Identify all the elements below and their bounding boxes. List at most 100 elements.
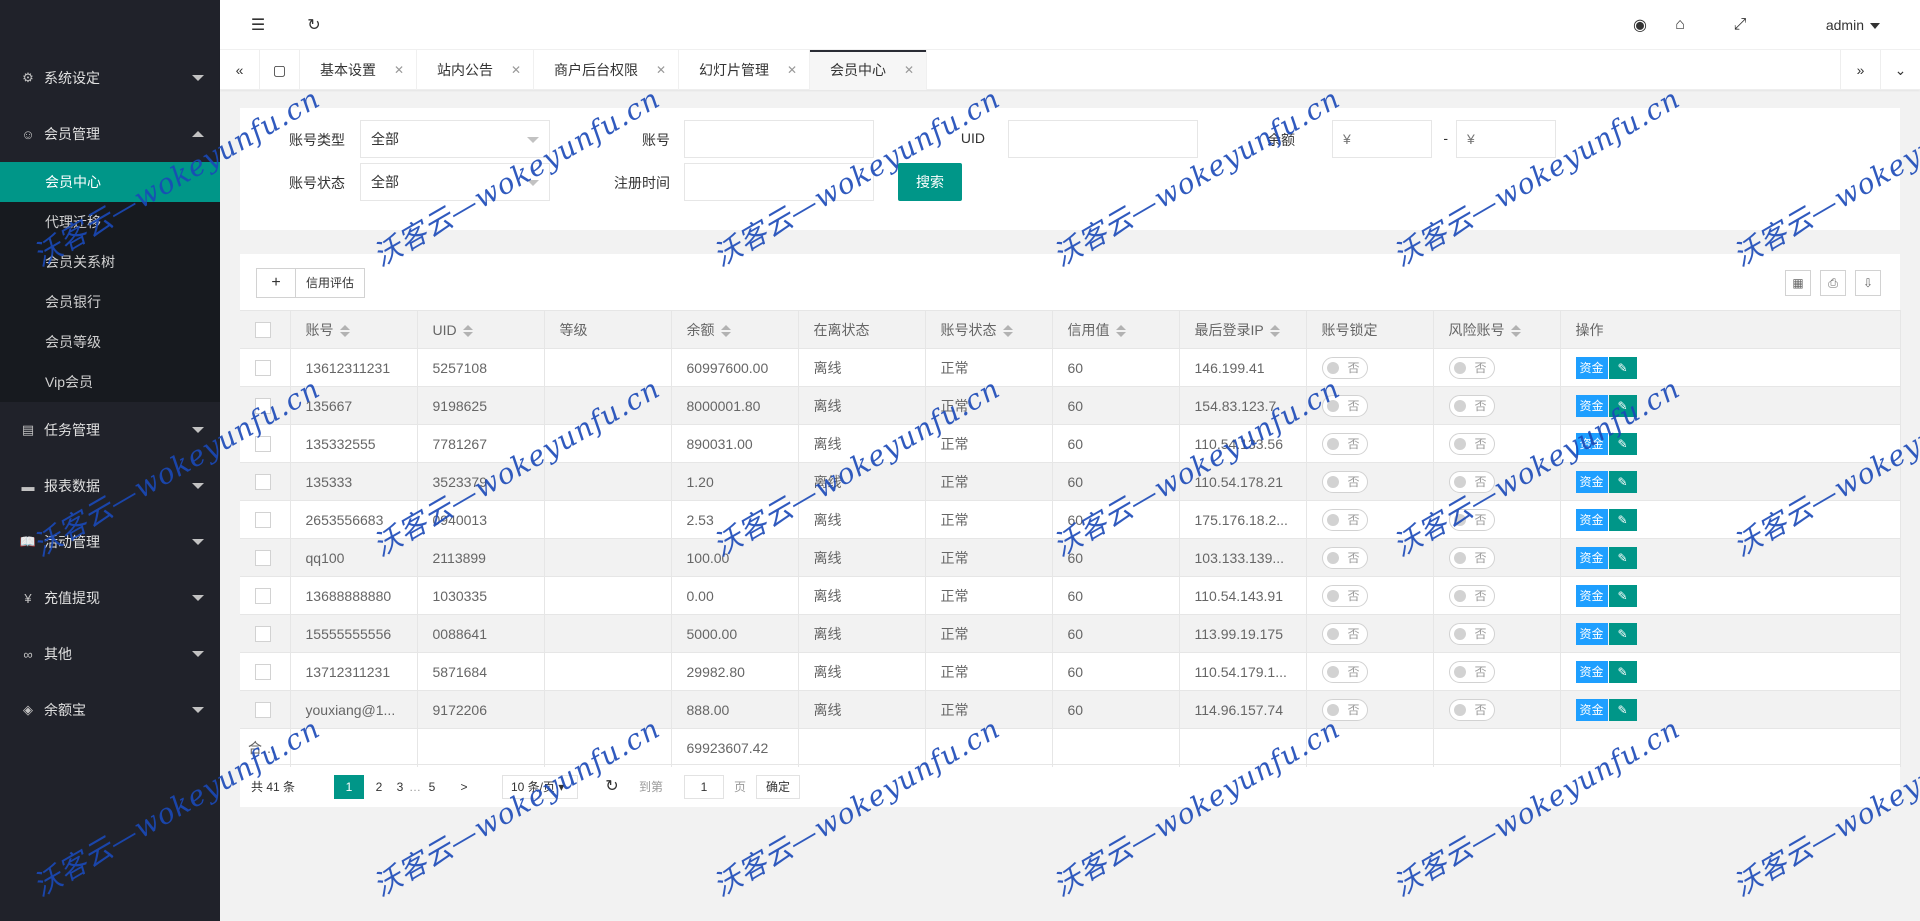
- close-icon[interactable]: ✕: [511, 50, 521, 90]
- tab-slides[interactable]: 幻灯片管理 ✕: [679, 50, 810, 90]
- sidebar-item-member-bank[interactable]: 会员银行: [0, 282, 220, 322]
- risk-toggle[interactable]: 否: [1448, 584, 1495, 607]
- export-icon[interactable]: ⇩: [1855, 270, 1881, 296]
- lock-toggle[interactable]: 否: [1321, 470, 1368, 493]
- pager-refresh-icon[interactable]: ↻: [602, 775, 622, 799]
- close-icon[interactable]: ✕: [394, 50, 404, 90]
- goto-page-input[interactable]: [684, 775, 724, 799]
- lock-toggle[interactable]: 否: [1321, 622, 1368, 645]
- lock-toggle[interactable]: 否: [1321, 660, 1368, 683]
- sort-icon[interactable]: [1002, 324, 1013, 337]
- fullscreen-icon[interactable]: ⤢: [1720, 0, 1760, 50]
- sort-icon[interactable]: [1510, 324, 1521, 337]
- edit-icon[interactable]: ✎: [1608, 698, 1637, 721]
- row-checkbox[interactable]: [255, 512, 271, 529]
- header-risk[interactable]: 风险账号: [1433, 310, 1561, 349]
- sidebar-item-vip[interactable]: Vip会员: [0, 362, 220, 402]
- theme-icon[interactable]: ◉: [1620, 0, 1660, 50]
- print-icon[interactable]: ⎙: [1820, 270, 1846, 296]
- close-icon[interactable]: ✕: [787, 50, 797, 90]
- edit-icon[interactable]: ✎: [1608, 432, 1637, 455]
- sort-icon[interactable]: [339, 324, 350, 337]
- risk-toggle[interactable]: 否: [1448, 622, 1495, 645]
- funds-button[interactable]: 资金: [1575, 622, 1608, 645]
- account-input[interactable]: [684, 120, 874, 158]
- edit-icon[interactable]: ✎: [1608, 546, 1637, 569]
- nav-task-management[interactable]: ▤ 任务管理: [0, 402, 220, 458]
- header-account[interactable]: 账号: [290, 310, 418, 349]
- page-5[interactable]: 5: [420, 775, 444, 799]
- row-checkbox[interactable]: [255, 550, 271, 567]
- add-button[interactable]: +: [256, 268, 296, 298]
- row-checkbox[interactable]: [255, 588, 271, 605]
- next-page-icon[interactable]: >: [452, 775, 476, 799]
- tab-merchant-permissions[interactable]: 商户后台权限 ✕: [534, 50, 679, 90]
- edit-icon[interactable]: ✎: [1608, 584, 1637, 607]
- tab-scroll-left-icon[interactable]: «: [220, 50, 260, 90]
- nav-system-settings[interactable]: ⚙ 系统设定: [0, 50, 220, 106]
- tab-menu-icon[interactable]: ⌄: [1880, 50, 1920, 90]
- credit-evaluate-button[interactable]: 信用评估: [295, 268, 365, 298]
- edit-icon[interactable]: ✎: [1608, 394, 1637, 417]
- nav-yuebao[interactable]: ◈ 余额宝: [0, 682, 220, 738]
- select-all-checkbox[interactable]: [255, 322, 271, 339]
- edit-icon[interactable]: ✎: [1608, 470, 1637, 493]
- funds-button[interactable]: 资金: [1575, 584, 1608, 607]
- refresh-icon[interactable]: ↻: [294, 0, 334, 50]
- close-icon[interactable]: ✕: [904, 50, 914, 90]
- lock-toggle[interactable]: 否: [1321, 394, 1368, 417]
- row-checkbox[interactable]: [255, 360, 271, 377]
- tab-member-center[interactable]: 会员中心 ✕: [810, 50, 927, 90]
- row-checkbox[interactable]: [255, 436, 271, 453]
- menu-toggle-icon[interactable]: ☰: [238, 0, 278, 50]
- nav-recharge-withdraw[interactable]: ¥ 充值提现: [0, 570, 220, 626]
- funds-button[interactable]: 资金: [1575, 546, 1608, 569]
- uid-input[interactable]: [1008, 120, 1198, 158]
- nav-activity-management[interactable]: 📖 活动管理: [0, 514, 220, 570]
- funds-button[interactable]: 资金: [1575, 660, 1608, 683]
- risk-toggle[interactable]: 否: [1448, 698, 1495, 721]
- risk-toggle[interactable]: 否: [1448, 660, 1495, 683]
- page-1[interactable]: 1: [334, 775, 364, 799]
- edit-icon[interactable]: ✎: [1608, 356, 1637, 379]
- sort-icon[interactable]: [1269, 324, 1280, 337]
- tab-basic-settings[interactable]: 基本设置 ✕: [300, 50, 417, 90]
- nav-member-management[interactable]: ☺ 会员管理: [0, 106, 220, 162]
- risk-toggle[interactable]: 否: [1448, 394, 1495, 417]
- sort-icon[interactable]: [462, 324, 473, 337]
- search-button[interactable]: 搜索: [898, 163, 962, 201]
- row-checkbox[interactable]: [255, 398, 271, 415]
- header-last-ip[interactable]: 最后登录IP: [1179, 310, 1307, 349]
- sidebar-item-member-center[interactable]: 会员中心: [0, 162, 220, 202]
- header-balance[interactable]: 余额: [671, 310, 799, 349]
- home-tab-icon[interactable]: ▢: [260, 50, 300, 90]
- risk-toggle[interactable]: 否: [1448, 470, 1495, 493]
- lock-toggle[interactable]: 否: [1321, 698, 1368, 721]
- columns-icon[interactable]: ▦: [1785, 270, 1811, 296]
- funds-button[interactable]: 资金: [1575, 470, 1608, 493]
- lock-toggle[interactable]: 否: [1321, 546, 1368, 569]
- row-checkbox[interactable]: [255, 474, 271, 491]
- goto-confirm-button[interactable]: 确定: [756, 775, 800, 799]
- user-menu[interactable]: admin: [1826, 0, 1880, 50]
- reg-time-input[interactable]: [684, 163, 874, 201]
- balance-min-input[interactable]: [1332, 120, 1432, 158]
- lock-toggle[interactable]: 否: [1321, 508, 1368, 531]
- sort-icon[interactable]: [1115, 324, 1126, 337]
- sidebar-item-member-level[interactable]: 会员等级: [0, 322, 220, 362]
- balance-max-input[interactable]: [1456, 120, 1556, 158]
- edit-icon[interactable]: ✎: [1608, 508, 1637, 531]
- funds-button[interactable]: 资金: [1575, 432, 1608, 455]
- nav-other[interactable]: ∞ 其他: [0, 626, 220, 682]
- funds-button[interactable]: 资金: [1575, 698, 1608, 721]
- per-page-select[interactable]: 10 条/页 ▾: [502, 775, 578, 799]
- header-credit[interactable]: 信用值: [1052, 310, 1180, 349]
- sidebar-item-member-tree[interactable]: 会员关系树: [0, 242, 220, 282]
- status-select[interactable]: 全部: [360, 163, 550, 201]
- edit-icon[interactable]: ✎: [1608, 622, 1637, 645]
- funds-button[interactable]: 资金: [1575, 508, 1608, 531]
- sort-icon[interactable]: [720, 324, 731, 337]
- lock-toggle[interactable]: 否: [1321, 356, 1368, 379]
- risk-toggle[interactable]: 否: [1448, 356, 1495, 379]
- sidebar-item-agent-migration[interactable]: 代理迁移: [0, 202, 220, 242]
